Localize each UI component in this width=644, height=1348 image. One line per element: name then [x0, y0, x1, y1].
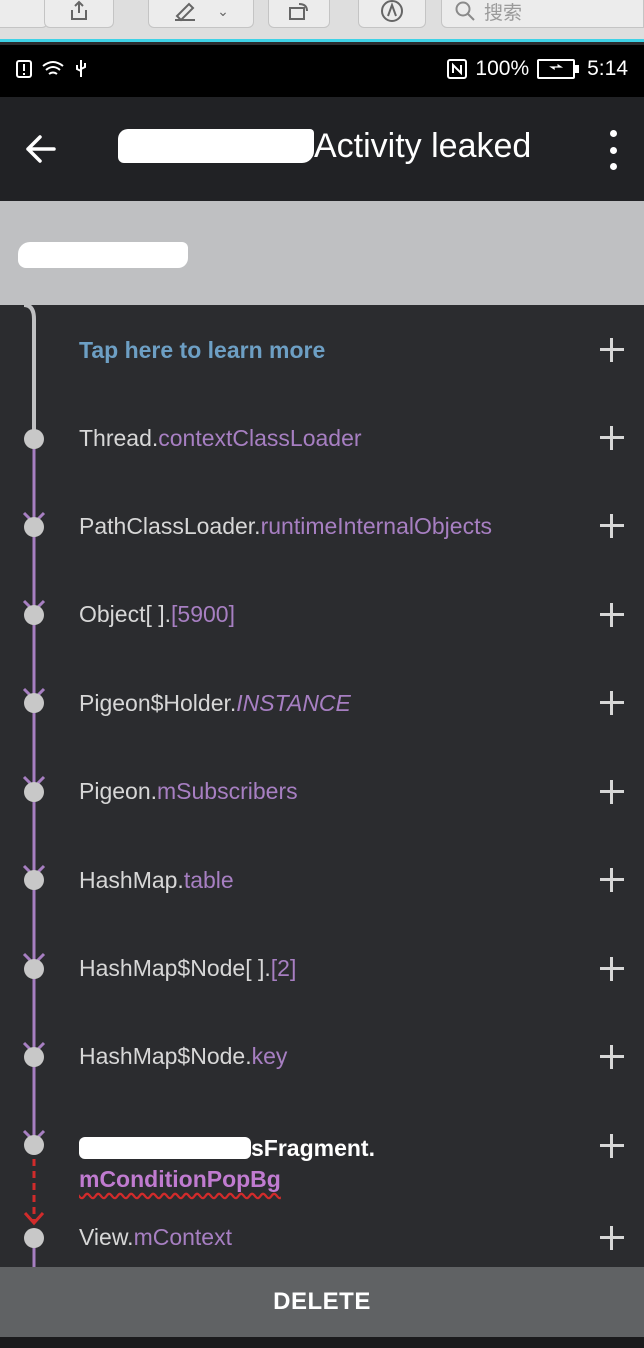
search-field[interactable]: 搜索	[441, 0, 644, 28]
redacted-text	[79, 1137, 251, 1159]
class-name: sFragment.	[251, 1135, 375, 1161]
nfc-icon	[447, 59, 468, 79]
learn-more-link[interactable]: Tap here to learn more	[79, 337, 325, 363]
trace-row[interactable]: Object[ ].[5900]	[79, 601, 644, 628]
trace-row[interactable]: HashMap$Node.key	[79, 1043, 644, 1070]
page-title: Activity leaked	[118, 127, 531, 166]
page-title-text: Activity leaked	[314, 127, 532, 165]
class-name: Object[ ].	[79, 601, 172, 627]
markup-icon	[381, 0, 403, 22]
expand-plus-icon[interactable]	[600, 1134, 624, 1158]
trace-row[interactable]: Pigeon.mSubscribers	[79, 778, 644, 805]
share-button[interactable]	[44, 0, 114, 28]
expand-plus-icon[interactable]	[600, 1045, 624, 1069]
trace-row[interactable]: HashMap.table	[79, 867, 644, 894]
app-bar: Activity leaked	[0, 97, 644, 201]
class-name: HashMap.	[79, 867, 184, 893]
markup-button[interactable]	[358, 0, 426, 28]
expand-plus-icon[interactable]	[600, 691, 624, 715]
host-toolbar: ⌄ 搜索	[0, 0, 644, 42]
expand-plus-icon[interactable]	[600, 868, 624, 892]
class-name: HashMap$Node.	[79, 1043, 252, 1069]
trace-row[interactable]: PathClassLoader.runtimeInternalObjects	[79, 513, 644, 540]
trace-row[interactable]: Pigeon$Holder.INSTANCE	[79, 690, 644, 717]
expand-plus-icon[interactable]	[600, 957, 624, 981]
reference-chain-rail	[22, 305, 46, 1267]
field-name: mContext	[133, 1224, 232, 1250]
trace-row[interactable]: View.mContext	[79, 1224, 644, 1251]
search-icon	[455, 1, 475, 21]
field-name: key	[251, 1043, 288, 1069]
class-name: View.	[79, 1224, 134, 1250]
field-name: runtimeInternalObjects	[260, 513, 492, 539]
field-name: mSubscribers	[157, 778, 298, 804]
search-placeholder: 搜索	[484, 2, 523, 24]
class-name: Thread.	[79, 425, 159, 451]
pen-icon	[175, 2, 196, 22]
rotate-icon	[289, 3, 308, 20]
field-name: contextClassLoader	[158, 425, 362, 451]
expand-plus-icon[interactable]	[600, 426, 624, 450]
rotate-button[interactable]	[268, 0, 330, 28]
annotate-button[interactable]: ⌄	[148, 0, 254, 28]
bottom-edge	[0, 1337, 644, 1348]
class-name: HashMap$Node[ ].	[79, 955, 271, 981]
field-name: INSTANCE	[236, 690, 351, 716]
leak-trace-list: Tap here to learn more Thread.contextCla…	[0, 305, 644, 1267]
expand-plus-icon[interactable]	[600, 514, 624, 538]
class-name: Pigeon$Holder.	[79, 690, 237, 716]
redacted-text	[18, 242, 188, 268]
clock: 5:14	[587, 57, 628, 80]
trace-row[interactable]: Thread.contextClassLoader	[79, 425, 644, 452]
learn-more-row[interactable]: Tap here to learn more	[79, 337, 644, 364]
redacted-text	[118, 129, 314, 163]
expand-plus-icon[interactable]	[600, 603, 624, 627]
usb-icon	[76, 60, 86, 77]
battery-charging-icon	[537, 59, 580, 79]
field-name: [2]	[270, 955, 297, 981]
expand-plus-icon[interactable]	[600, 338, 624, 362]
class-name: PathClassLoader.	[79, 513, 261, 539]
field-name: table	[183, 867, 234, 893]
field-name: [5900]	[171, 601, 235, 627]
status-bar: 100% 5:14	[0, 45, 644, 97]
share-icon	[71, 0, 87, 20]
wifi-icon	[42, 61, 64, 75]
alert-icon	[16, 60, 32, 78]
expand-plus-icon[interactable]	[600, 1226, 624, 1250]
leaking-trace-row[interactable]: sFragment. mConditionPopBg	[79, 1133, 644, 1195]
more-vertical-icon[interactable]	[603, 130, 623, 170]
class-name: Pigeon.	[79, 778, 158, 804]
toolbar-button[interactable]	[0, 0, 48, 28]
expand-plus-icon[interactable]	[600, 780, 624, 804]
leaking-field-name: mConditionPopBg	[79, 1166, 281, 1192]
delete-button[interactable]: DELETE	[0, 1267, 644, 1337]
arrow-left-icon[interactable]	[22, 129, 62, 169]
battery-level: 100%	[475, 57, 530, 80]
chevron-down-icon: ⌄	[217, 2, 229, 19]
trace-row[interactable]: HashMap$Node[ ].[2]	[79, 955, 644, 982]
